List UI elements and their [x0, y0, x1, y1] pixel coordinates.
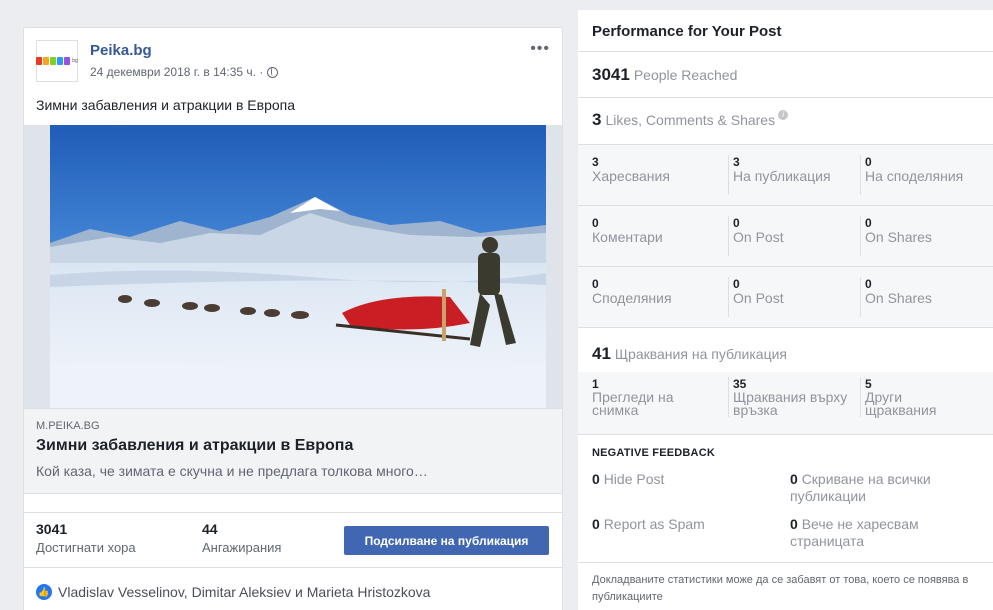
lcs-value: 3	[592, 110, 602, 129]
cell-value: 0	[865, 216, 872, 230]
photo-views-cell: 1 Прегледи на снимка	[592, 377, 722, 417]
cell-value: 0	[592, 277, 599, 291]
like-icon: 👍	[36, 584, 52, 600]
shares-on-shares-cell: 0 On Shares	[860, 277, 932, 317]
page-name-link[interactable]: Peika.bg	[90, 42, 152, 59]
people-reached-value: 3041	[592, 65, 630, 84]
comments-total-cell: 0 Коментари	[592, 216, 663, 245]
divider	[578, 51, 993, 52]
divider	[578, 97, 993, 98]
reach-value: 3041	[36, 521, 68, 537]
unlike-page-stat: 0 Вече не харесвам страницата	[790, 516, 980, 550]
post-clicks-value: 41	[592, 344, 611, 363]
performance-panel: Performance for Your Post 3041 People Rea…	[578, 10, 993, 610]
comments-on-shares-cell: 0 On Shares	[860, 216, 932, 256]
reach-stat: 3041 Достигнати хора	[36, 521, 136, 555]
shares-on-post-cell: 0 On Post	[728, 277, 784, 317]
link-preview[interactable]: M.PEIKA.BG Зимни забавления и атракции в…	[24, 408, 562, 494]
cell-label: On Post	[733, 290, 784, 306]
report-spam-stat: 0 Report as Spam	[592, 516, 705, 533]
lcs-label: Likes, Comments & Shares	[605, 112, 776, 128]
post-clicks-label: Щраквания на публикация	[614, 346, 787, 362]
likes-total-cell: 3 Харесвания	[592, 155, 670, 184]
cell-label: Други щраквания	[865, 389, 937, 418]
link-clicks-cell: 35 Щраквания върху връзка	[728, 377, 856, 417]
likers-names[interactable]: Vladislav Vesselinov, Dimitar Aleksiev и…	[58, 584, 430, 600]
globe-icon[interactable]	[267, 66, 279, 78]
hide-all-stat: 0 Скриване на всички публикации	[790, 471, 980, 505]
comments-row: 0 Коментари 0 On Post 0 On Shares	[578, 206, 993, 267]
cell-label: Харесвания	[592, 168, 670, 184]
cell-value: 3	[592, 155, 599, 169]
cell-value: 3	[733, 155, 740, 169]
more-horizontal-icon[interactable]: •••	[530, 40, 550, 58]
engagement-label: Ангажирания	[202, 540, 282, 555]
boost-post-button[interactable]: Подсилване на публикация	[344, 526, 549, 555]
post-header: bg Peika.bg 24 декември 2018 г. в 14:35 …	[24, 28, 562, 88]
reactions-row: 3 Харесвания 3 На публикация 0 На сподел…	[578, 145, 993, 206]
likes-on-shares-cell: 0 На споделяния	[860, 155, 963, 195]
cell-value: 0	[592, 216, 599, 230]
hide-post-label: Hide Post	[603, 471, 665, 487]
likes-on-post-cell: 3 На публикация	[728, 155, 831, 195]
spam-value: 0	[592, 516, 600, 532]
hide-post-value: 0	[592, 471, 600, 487]
engagement-value: 44	[202, 521, 218, 537]
cell-value: 0	[865, 277, 872, 291]
unlike-value: 0	[790, 516, 798, 532]
cell-label: На споделяния	[865, 168, 964, 184]
post-stats-bar: 3041 Достигнати хора 44 Ангажирания Подс…	[24, 512, 562, 568]
engagement-stat[interactable]: 44 Ангажирания	[202, 521, 281, 555]
sled-dog-photo	[50, 125, 546, 408]
hide-post-stat: 0 Hide Post	[592, 471, 664, 488]
clicks-grid: 1 Прегледи на снимка 35 Щраквания върху …	[578, 372, 993, 434]
people-reached: 3041 People Reached	[592, 65, 737, 85]
stats-footnote: Докладваните статистики може да се забав…	[592, 574, 969, 603]
cell-value: 0	[733, 277, 740, 291]
cell-label: На публикация	[733, 168, 831, 184]
link-description: Кой каза, че зимата е скучна и не предла…	[36, 463, 428, 479]
info-icon[interactable]: i	[778, 110, 789, 120]
comments-on-post-cell: 0 On Post	[728, 216, 784, 256]
post-image[interactable]	[24, 125, 562, 408]
link-domain: M.PEIKA.BG	[36, 420, 100, 432]
reactions-grid: 3 Харесвания 3 На публикация 0 На сподел…	[578, 145, 993, 328]
link-title[interactable]: Зимни забавления и атракции в Европа	[36, 437, 353, 455]
cell-label: Прегледи на снимка	[592, 389, 674, 418]
divider	[578, 434, 993, 435]
cell-label: Коментари	[592, 229, 663, 245]
other-clicks-cell: 5 Други щраквания	[860, 377, 960, 417]
shares-total-cell: 0 Споделяния	[592, 277, 672, 306]
reach-label: Достигнати хора	[36, 540, 136, 555]
likers-row[interactable]: 👍 Vladislav Vesselinov, Dimitar Aleksiev…	[36, 584, 430, 600]
spam-label: Report as Spam	[603, 516, 705, 532]
post-timestamp[interactable]: 24 декември 2018 г. в 14:35 ч. ·	[90, 65, 263, 79]
performance-title: Performance for Your Post	[592, 23, 782, 40]
hide-all-label: Скриване на всички публикации	[790, 471, 931, 504]
unlike-label: Вече не харесвам страницата	[790, 516, 919, 549]
page-avatar[interactable]: bg	[36, 40, 78, 82]
cell-value: 0	[733, 216, 740, 230]
cell-label: On Shares	[865, 290, 932, 306]
post-card: bg Peika.bg 24 декември 2018 г. в 14:35 …	[23, 27, 563, 610]
post-text: Зимни забавления и атракции в Европа	[36, 97, 296, 113]
post-clicks: 41 Щраквания на публикация	[592, 344, 787, 364]
divider	[578, 562, 993, 563]
peika-logo: bg	[36, 57, 78, 65]
cell-label: Щраквания върху връзка	[733, 389, 848, 418]
people-reached-label: People Reached	[633, 67, 738, 83]
hide-all-value: 0	[790, 471, 798, 487]
cell-label: On Post	[733, 229, 784, 245]
likes-comments-shares: 3 Likes, Comments & Shares i	[592, 110, 789, 130]
post-meta: 24 декември 2018 г. в 14:35 ч. ·	[90, 65, 279, 79]
cell-value: 0	[865, 155, 872, 169]
cell-label: Споделяния	[592, 290, 672, 306]
negative-feedback-title: NEGATIVE FEEDBACK	[592, 447, 715, 459]
shares-row: 0 Споделяния 0 On Post 0 On Shares	[578, 267, 993, 328]
cell-label: On Shares	[865, 229, 932, 245]
